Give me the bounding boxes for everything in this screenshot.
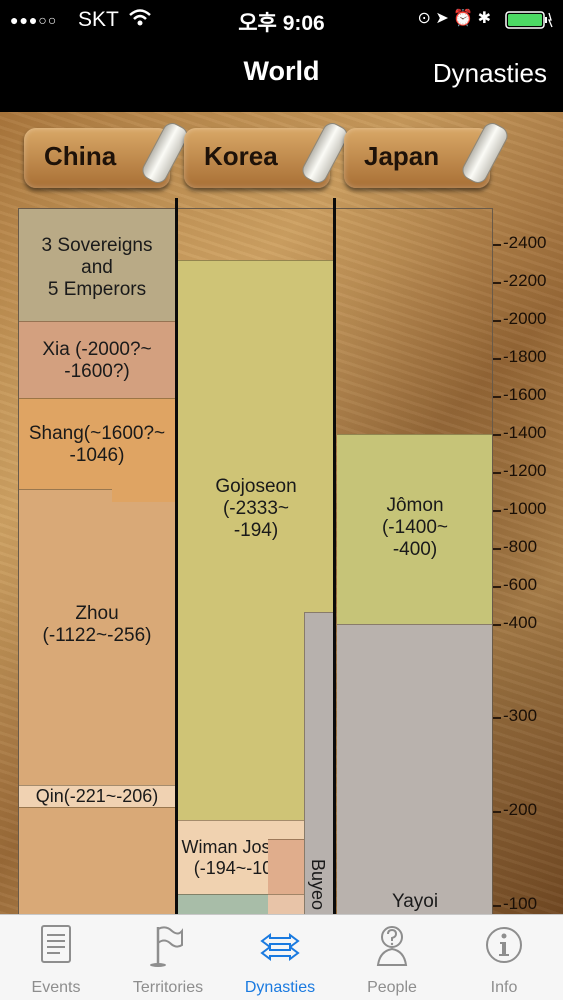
tab-territories[interactable]: Territories <box>112 915 224 1000</box>
axis-tick <box>493 320 501 322</box>
axis-tick <box>493 434 501 436</box>
scroll-curl-icon <box>458 119 512 187</box>
timeline-frame <box>18 208 493 914</box>
japan-label: Japan <box>364 141 440 171</box>
axis-label: -1800 <box>503 347 547 366</box>
document-icon <box>41 925 71 963</box>
axis-tick <box>493 282 501 284</box>
tab-label: People <box>367 979 417 996</box>
axis-tick <box>493 472 501 474</box>
axis-label: -2200 <box>503 271 547 290</box>
axis-tick <box>493 548 501 550</box>
axis-tick <box>493 624 501 626</box>
axis-label: -1000 <box>503 499 547 518</box>
axis-tick <box>493 811 501 813</box>
axis-label: -100 <box>503 894 538 913</box>
dynasties-nav-button[interactable]: Dynasties <box>433 58 547 89</box>
axis-tick <box>493 510 501 512</box>
axis-label: -2000 <box>503 309 547 328</box>
status-icons: ⊙ ➤ ⏰ ✱ <box>417 10 491 27</box>
tab-label: Territories <box>132 979 204 996</box>
column-divider <box>333 198 336 914</box>
axis-label: -1600 <box>503 385 547 404</box>
axis-label: -800 <box>503 537 538 556</box>
axis-tick <box>493 358 501 360</box>
flag-icon <box>150 926 183 967</box>
status-bar: ●●●○○ SKT 오후 9:06 ⊙ ➤ ⏰ ✱ <box>0 0 563 38</box>
nav-title: World <box>243 56 320 86</box>
arrows-icon <box>260 933 300 961</box>
axis-tick <box>493 396 501 398</box>
dynasty-timeline[interactable]: China Korea Japan 3 Sovereigns and 5 Emp… <box>0 112 563 914</box>
korea-label: Korea <box>204 141 278 171</box>
axis-label: -1200 <box>503 461 547 480</box>
person-question-icon <box>376 926 408 966</box>
japan-button[interactable]: Japan <box>344 119 512 188</box>
tab-info[interactable]: Info <box>448 915 560 1000</box>
tab-label: Events <box>31 979 81 996</box>
axis-label: -1400 <box>503 423 547 442</box>
axis-tick <box>493 717 501 719</box>
info-icon <box>486 927 522 963</box>
tab-events[interactable]: Events <box>0 915 112 1000</box>
korea-button[interactable]: Korea <box>184 119 352 188</box>
axis-label: -400 <box>503 613 538 632</box>
axis-label: -300 <box>503 706 538 725</box>
tab-people[interactable]: People <box>336 915 448 1000</box>
axis-label: -2400 <box>503 233 547 252</box>
axis-tick <box>493 586 501 588</box>
axis-tick <box>493 244 501 246</box>
tab-dynasties[interactable]: Dynasties <box>224 915 336 1000</box>
axis-tick <box>493 905 501 907</box>
navigation-bar: World Dynasties <box>0 38 563 112</box>
axis-label: -200 <box>503 800 538 819</box>
tab-label: Dynasties <box>244 979 316 996</box>
china-button[interactable]: China <box>24 119 192 188</box>
column-divider <box>175 198 178 914</box>
tab-label: Info <box>490 979 518 996</box>
axis-label: -600 <box>503 575 538 594</box>
tab-bar: Events Territories Dynasties People Info <box>0 914 563 1000</box>
battery-icon <box>505 11 553 29</box>
china-label: China <box>44 141 117 171</box>
